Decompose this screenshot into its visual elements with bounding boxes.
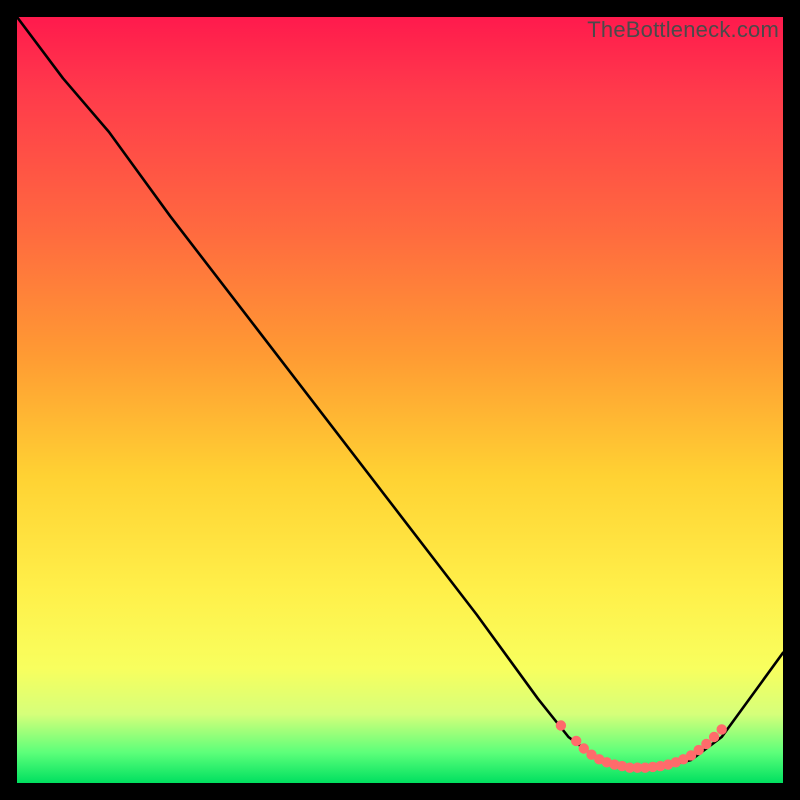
chart-frame: TheBottleneck.com (17, 17, 783, 783)
chart-gradient-background (17, 17, 783, 783)
watermark-text: TheBottleneck.com (587, 17, 779, 43)
